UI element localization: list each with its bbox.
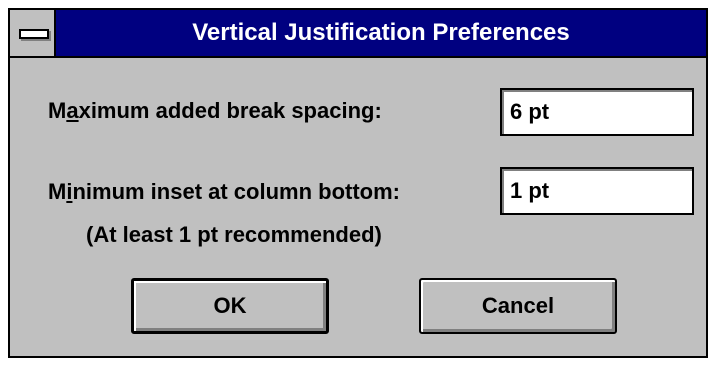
max-break-spacing-label-start: M xyxy=(48,98,67,123)
vertical-justification-dialog: Vertical Justification Preferences Maxim… xyxy=(8,8,708,358)
min-inset-label: Minimum inset at column bottom: xyxy=(48,179,400,205)
min-inset-recommendation: (At least 1 pt recommended) xyxy=(86,222,382,247)
cancel-button[interactable]: Cancel xyxy=(419,278,617,334)
window-title: Vertical Justification Preferences xyxy=(192,19,570,46)
max-break-spacing-input[interactable]: 6 pt xyxy=(500,88,694,136)
max-break-spacing-label: Maximum added break spacing: xyxy=(48,98,382,124)
min-inset-label-start: M xyxy=(48,179,67,204)
system-menu-icon xyxy=(19,29,49,39)
max-break-spacing-label-rest: ximum added break spacing: xyxy=(78,98,382,123)
min-inset-label-rest: nimum inset at column bottom: xyxy=(72,179,401,204)
title-bar[interactable]: Vertical Justification Preferences xyxy=(10,10,706,58)
max-break-spacing-mnemonic: a xyxy=(66,98,79,123)
ok-button[interactable]: OK xyxy=(131,278,329,334)
min-inset-input[interactable]: 1 pt xyxy=(500,167,694,215)
system-menu-button[interactable] xyxy=(10,10,56,56)
